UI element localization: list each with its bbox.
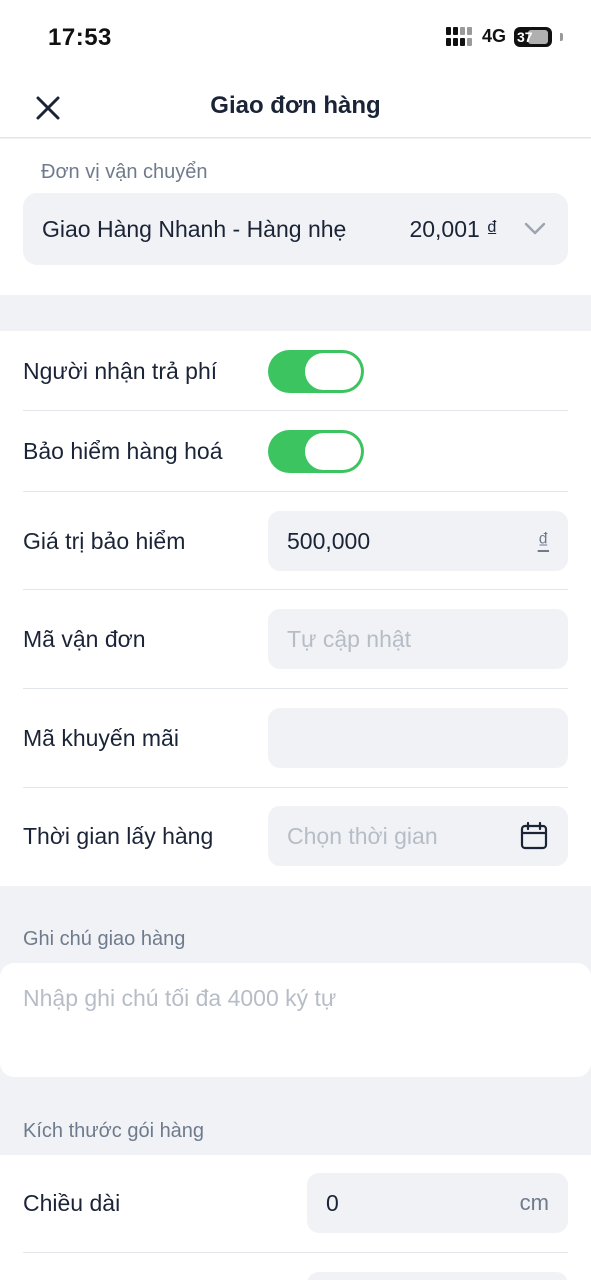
carrier-price: 20,001 ₫ [409,215,498,242]
carrier-section: Đơn vị vận chuyển Giao Hàng Nhanh - Hàng… [0,139,591,295]
divider [23,410,568,411]
notes-label: Ghi chú giao hàng [23,928,186,950]
divider [23,589,568,590]
tracking-code-input[interactable]: Tự cập nhật [268,609,568,669]
length-value: 0 [326,1189,339,1216]
status-indicators: 4G 37 [445,26,563,47]
battery-level: 37 [517,28,533,45]
currency-unit: ₫ [537,528,549,553]
divider [23,688,568,689]
calendar-icon [520,821,548,850]
receiver-pays-label: Người nhận trả phí [23,357,218,384]
tracking-code-placeholder: Tự cập nhật [287,625,412,652]
carrier-label: Đơn vị vận chuyển [41,161,208,183]
notes-placeholder: Nhập ghi chú tối đa 4000 ký tự [23,985,337,1011]
nav-bar: Giao đơn hàng [0,78,591,138]
notes-textarea[interactable]: Nhập ghi chú tối đa 4000 ký tự [0,963,591,1077]
insurance-label: Bảo hiểm hàng hoá [23,437,223,464]
carrier-select[interactable]: Giao Hàng Nhanh - Hàng nhẹ 20,001 ₫ [23,193,568,265]
tracking-code-label: Mã vận đơn [23,625,146,652]
signal-icon [445,26,474,47]
battery-icon: 37 [514,26,552,47]
pickup-time-placeholder: Chọn thời gian [287,822,438,849]
status-time: 17:53 [48,24,112,51]
receiver-pays-toggle[interactable] [268,350,364,393]
divider [23,1252,568,1253]
promo-code-input[interactable] [268,708,568,768]
length-input[interactable]: 0 cm [307,1173,568,1233]
dimensions-label: Kích thước gói hàng [23,1120,205,1142]
toggle-knob [305,353,361,390]
pickup-time-label: Thời gian lấy hàng [23,822,214,849]
status-bar: 17:53 4G 37 [0,0,591,78]
insurance-value: 500,000 [287,527,371,554]
toggle-knob [305,433,361,470]
length-label: Chiều dài [23,1189,121,1216]
insurance-toggle[interactable] [268,430,364,473]
dimensions-section: Chiều dài 0 cm [0,1155,591,1280]
chevron-down-icon [524,222,546,235]
network-type: 4G [481,26,506,46]
divider [23,491,568,492]
pickup-time-picker[interactable]: Chọn thời gian [268,806,568,866]
promo-code-label: Mã khuyến mãi [23,724,179,751]
options-section: Người nhận trả phí Bảo hiểm hàng hoá Giá… [0,331,591,886]
insurance-value-input[interactable]: 500,000 ₫ [268,511,568,571]
width-input[interactable] [307,1272,568,1280]
insurance-value-label: Giá trị bảo hiểm [23,527,186,554]
length-unit: cm [519,1190,549,1215]
battery-tip [560,32,563,41]
carrier-name: Giao Hàng Nhanh - Hàng nhẹ [42,215,347,242]
divider [23,787,568,788]
page-title: Giao đơn hàng [210,92,381,119]
